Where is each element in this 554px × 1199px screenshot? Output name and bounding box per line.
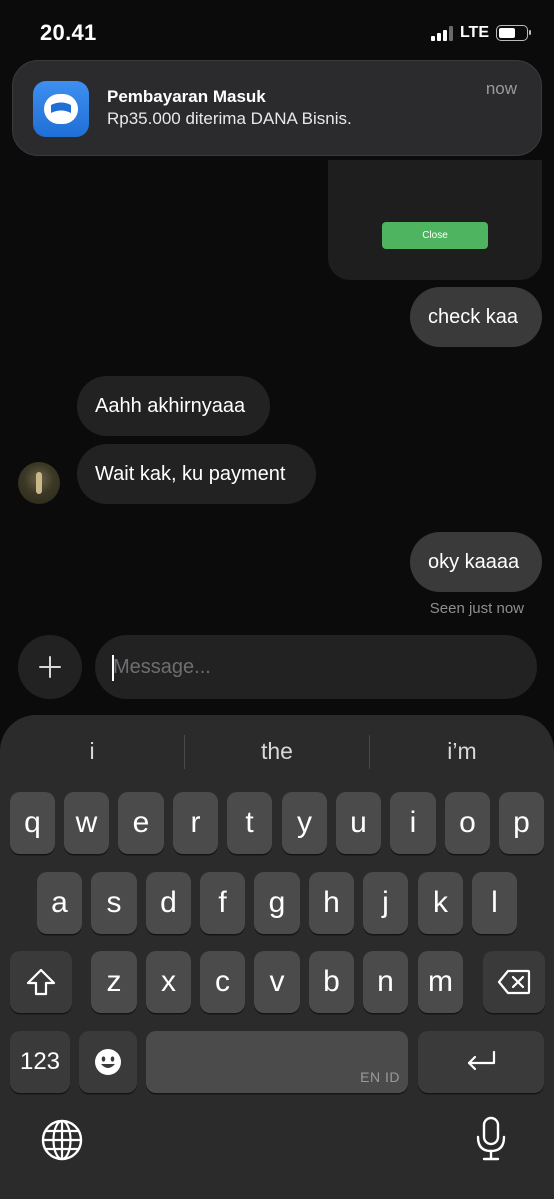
key-t[interactable]: t xyxy=(227,792,272,854)
message-outgoing[interactable]: check kaa xyxy=(410,287,542,347)
keyboard-language-label: EN ID xyxy=(360,1069,400,1085)
key-d[interactable]: d xyxy=(146,872,191,934)
globe-button[interactable] xyxy=(40,1118,84,1167)
delete-key[interactable] xyxy=(483,951,545,1013)
plus-icon xyxy=(39,656,61,678)
text-caret xyxy=(112,655,114,681)
key-r[interactable]: r xyxy=(173,792,218,854)
key-w[interactable]: w xyxy=(64,792,109,854)
microphone-icon xyxy=(476,1116,506,1161)
battery-icon xyxy=(496,25,531,41)
suggestion-item[interactable]: i’m xyxy=(370,731,554,771)
add-attachment-button[interactable] xyxy=(18,635,82,699)
microphone-button[interactable] xyxy=(474,1115,508,1168)
status-time: 20.41 xyxy=(40,20,97,45)
network-type: LTE xyxy=(459,24,489,41)
cellular-signal-icon xyxy=(430,25,453,41)
key-o[interactable]: o xyxy=(445,792,490,854)
key-l[interactable]: l xyxy=(472,872,517,934)
notification-banner[interactable]: Pembayaran Masuk Rp35.000 diterima DANA … xyxy=(12,60,542,156)
key-n[interactable]: n xyxy=(363,951,408,1013)
key-c[interactable]: c xyxy=(200,951,245,1013)
contact-avatar[interactable] xyxy=(18,462,60,504)
key-x[interactable]: x xyxy=(146,951,191,1013)
suggestion-bar: i the i’m xyxy=(0,731,554,775)
return-icon xyxy=(467,1050,496,1071)
key-g[interactable]: g xyxy=(254,872,300,934)
shift-icon xyxy=(26,968,56,996)
embedded-preview-card: Close xyxy=(328,160,542,280)
key-e[interactable]: e xyxy=(118,792,164,854)
message-input[interactable] xyxy=(95,635,537,699)
backspace-icon xyxy=(497,969,531,995)
keyboard: i the i’m q w e r t y u i o p a s d f g … xyxy=(0,715,554,1199)
key-j[interactable]: j xyxy=(363,872,408,934)
status-indicators: LTE xyxy=(430,24,531,42)
shift-key[interactable] xyxy=(10,951,72,1013)
embedded-close-button[interactable]: Close xyxy=(382,222,488,249)
emoji-icon xyxy=(95,1049,121,1075)
seen-status: Seen just now xyxy=(429,600,524,617)
suggestion-item[interactable]: i xyxy=(0,731,184,771)
notification-title: Pembayaran Masuk xyxy=(107,87,266,106)
globe-icon xyxy=(41,1119,83,1161)
dana-wallet-icon xyxy=(33,81,89,137)
notification-time: now xyxy=(485,79,517,98)
key-b[interactable]: b xyxy=(309,951,354,1013)
key-k[interactable]: k xyxy=(418,872,463,934)
notification-body: Rp35.000 diterima DANA Bisnis. xyxy=(107,109,352,128)
status-bar: 20.41 LTE xyxy=(0,0,554,64)
key-v[interactable]: v xyxy=(254,951,300,1013)
suggestion-item[interactable]: the xyxy=(185,731,369,771)
message-outgoing[interactable]: oky kaaaa xyxy=(410,532,542,592)
emoji-key[interactable] xyxy=(79,1031,137,1093)
key-s[interactable]: s xyxy=(91,872,137,934)
space-key[interactable]: EN ID xyxy=(146,1031,408,1093)
key-z[interactable]: z xyxy=(91,951,137,1013)
key-i[interactable]: i xyxy=(390,792,436,854)
key-u[interactable]: u xyxy=(336,792,381,854)
key-h[interactable]: h xyxy=(309,872,354,934)
key-p[interactable]: p xyxy=(499,792,544,854)
message-incoming[interactable]: Wait kak, ku payment xyxy=(77,444,316,504)
key-m[interactable]: m xyxy=(418,951,463,1013)
return-key[interactable] xyxy=(418,1031,544,1093)
key-a[interactable]: a xyxy=(37,872,82,934)
key-y[interactable]: y xyxy=(282,792,327,854)
message-incoming[interactable]: Aahh akhirnyaaa xyxy=(77,376,270,436)
numbers-key[interactable]: 123 xyxy=(10,1031,70,1093)
key-f[interactable]: f xyxy=(200,872,245,934)
key-q[interactable]: q xyxy=(10,792,55,854)
